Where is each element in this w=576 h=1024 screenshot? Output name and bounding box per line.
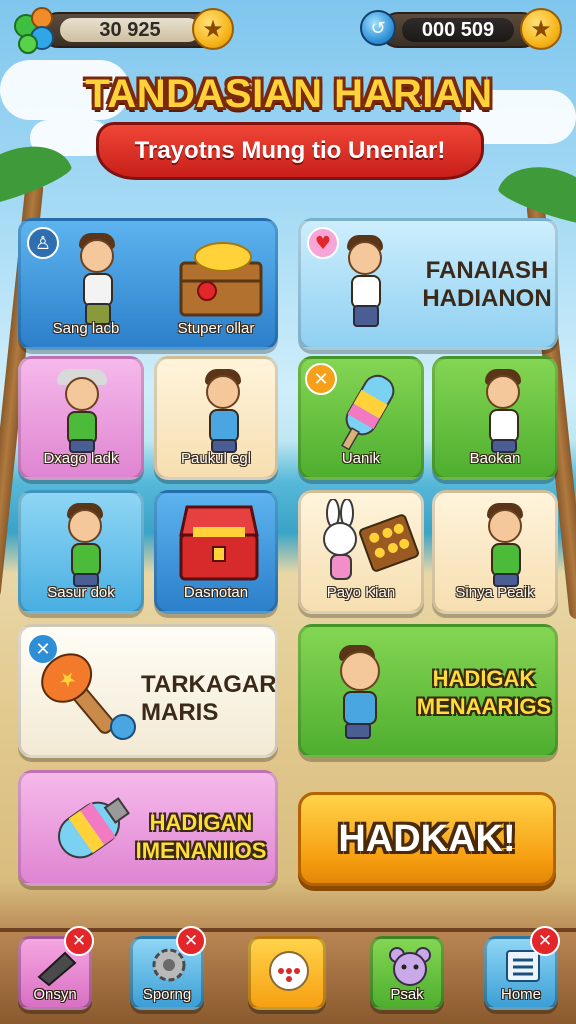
nav-center[interactable] <box>248 936 326 1010</box>
dice-icon <box>269 951 309 991</box>
card-title: TARKAGAR MARIS <box>141 671 277 726</box>
title-banner: Trayotns Mung tio Uneniar! TANDASIAN HAR… <box>84 72 494 194</box>
kid-waving-icon <box>469 369 539 455</box>
card-sasur-dok[interactable]: Sasur dok <box>18 490 144 614</box>
card-label: Payo Kian <box>326 584 396 601</box>
gem-value: 30 925 <box>60 18 200 42</box>
banner-subtitle: Trayotns Mung tio Uneniar! <box>134 137 446 164</box>
close-icon[interactable]: ✕ <box>530 926 560 956</box>
coin-counter[interactable]: 000 509 <box>380 12 540 48</box>
star-icon-right[interactable]: ★ <box>520 8 562 50</box>
coin-value: 000 509 <box>402 18 514 42</box>
nav-label: Psak <box>390 986 424 1003</box>
card-label: Sang lacb <box>52 320 120 337</box>
nav-label: Home <box>500 986 541 1003</box>
card-dxago-ladk[interactable]: Dxago ladk <box>18 356 144 480</box>
claim-button[interactable]: HADKAK! <box>298 792 556 886</box>
card-title: HADIGAN IMENANIIOS <box>135 810 267 863</box>
capsule-icon <box>57 797 130 859</box>
card-label: Stuper ollar <box>177 320 255 337</box>
claim-button-label: HADKAK! <box>338 817 516 860</box>
card-fanaiash-hadianon[interactable]: ♥ FANAIASH HADIANON <box>298 218 558 350</box>
card-baokan[interactable]: Baokan <box>432 356 558 480</box>
card-paukul-egl[interactable]: Paukul egl <box>154 356 278 480</box>
kid-with-card-icon <box>471 503 541 589</box>
running-kid-icon <box>61 233 131 325</box>
card-title: HADIGAK MENAARIGS <box>416 666 552 719</box>
card-payo-kian[interactable]: Payo Kian <box>298 490 424 614</box>
card-label: Sasur dok <box>47 584 115 601</box>
person-badge-icon: ♙ <box>27 227 59 259</box>
card-sang-lacb[interactable]: ♙ Sang lacb Stuper ollar <box>18 218 278 350</box>
card-hadigak-menaarigs[interactable]: HADIGAK MENAARIGS <box>298 624 558 758</box>
card-sinya-peaik[interactable]: Sinya Peaik <box>432 490 558 614</box>
card-uanik[interactable]: ✕ Uanik <box>298 356 424 480</box>
nav-psak[interactable]: Psak <box>370 936 444 1010</box>
card-title: FANAIASH HADIANON <box>422 257 552 312</box>
card-hadigan-imenaniios[interactable]: HADIGAN IMENANIIOS <box>18 770 278 886</box>
treasure-crate-icon <box>179 242 263 317</box>
close-icon[interactable]: ✕ <box>176 926 206 956</box>
kid-with-book-icon <box>189 369 259 455</box>
card-label: Baokan <box>469 450 521 467</box>
popsicle-icon <box>341 374 395 451</box>
red-chest-icon <box>179 505 259 581</box>
gem-cluster-icon <box>14 7 54 54</box>
nav-label: Onsyn <box>33 986 77 1003</box>
blue-coin-icon: ↺ <box>360 10 396 46</box>
kid-with-hat-icon <box>47 369 117 455</box>
card-tarkagar-maris[interactable]: ✕ ★ TARKAGAR MARIS <box>18 624 278 758</box>
star-icon[interactable]: ★ <box>192 8 234 50</box>
subtitle-ribbon: Trayotns Mung tio Uneniar! <box>96 122 484 180</box>
card-label: Paukul egl <box>180 450 252 467</box>
card-label: Dasnotan <box>183 584 249 601</box>
kid-with-phone-icon <box>51 503 121 589</box>
rocket-torch-icon: ★ <box>41 653 136 740</box>
nav-label: Sporng <box>142 986 192 1003</box>
card-label: Sinya Peaik <box>455 584 535 601</box>
card-label: Dxago ladk <box>43 450 119 467</box>
kid-with-letter-icon <box>321 645 401 745</box>
bunny-with-box-icon <box>323 499 419 580</box>
card-dasnotan[interactable]: Dasnotan <box>154 490 278 614</box>
banner-title: TANDASIAN HARIAN <box>85 72 493 116</box>
close-icon[interactable]: ✕ <box>64 926 94 956</box>
card-label: Uanik <box>341 450 381 467</box>
running-kid-icon <box>329 235 399 331</box>
pet-icon <box>389 947 431 986</box>
